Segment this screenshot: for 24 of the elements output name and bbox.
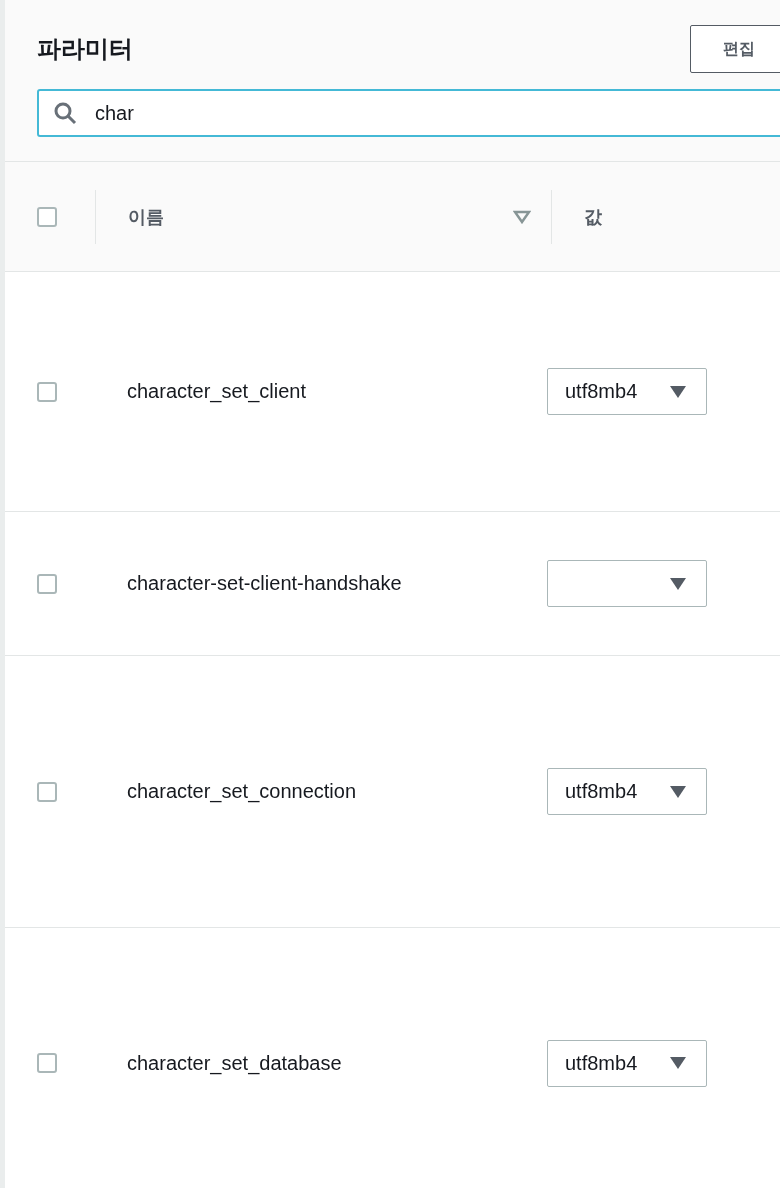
caret-icon	[670, 385, 686, 398]
column-header[interactable]: 이름	[128, 204, 164, 229]
select-all-checkbox[interactable]	[37, 206, 57, 227]
value-dropdown[interactable]	[547, 560, 707, 607]
parameter-name: character-set-client-handshake	[126, 572, 403, 595]
caret-icon	[670, 1057, 686, 1069]
row-checkbox[interactable]	[37, 1053, 57, 1073]
row-checkbox[interactable]	[37, 381, 57, 402]
row-checkbox[interactable]	[37, 781, 57, 802]
search-icon	[53, 101, 77, 125]
row-checkbox[interactable]	[37, 573, 57, 594]
caret-icon	[670, 785, 686, 798]
parameter-name: character_set_client	[126, 380, 307, 403]
parameter-name: character_set_database	[126, 1051, 343, 1075]
value-dropdown[interactable]: utf8mb4	[547, 768, 707, 815]
edit-button[interactable]: 편집	[690, 25, 780, 73]
value-dropdown[interactable]: utf8mb4	[547, 1039, 707, 1087]
parameter-name: character_set_connection	[126, 780, 358, 803]
page-title: 파라미터	[37, 34, 133, 65]
caret-icon	[670, 577, 686, 590]
value-dropdown[interactable]: utf8mb4	[547, 368, 707, 415]
column-header[interactable]: 값	[584, 204, 602, 229]
search-field[interactable]: char	[37, 89, 780, 137]
sort-icon[interactable]	[513, 209, 531, 224]
